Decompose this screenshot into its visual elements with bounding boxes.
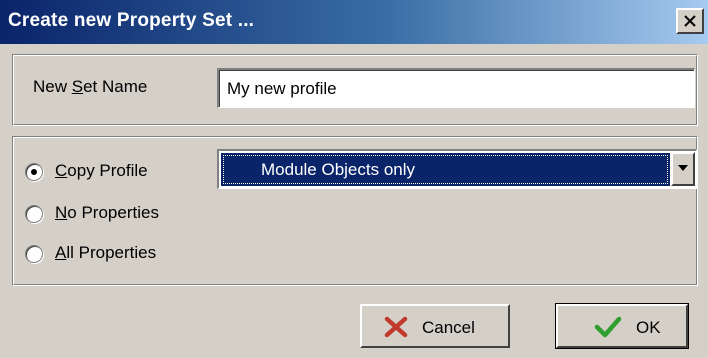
profile-dropdown-value[interactable]: Module Objects only: [221, 153, 670, 186]
close-button[interactable]: [676, 8, 704, 34]
all-properties-label: All Properties: [55, 243, 157, 262]
dropdown-button[interactable]: [671, 152, 695, 186]
copy-profile-label: Copy Profile: [55, 161, 148, 180]
ok-label: OK: [636, 318, 661, 337]
set-name-input[interactable]: My new profile: [217, 68, 695, 108]
ok-button[interactable]: OK: [555, 303, 689, 349]
green-check-icon: [594, 316, 622, 338]
dialog-title: Create new Property Set ...: [8, 10, 255, 31]
radio-button[interactable]: [25, 245, 43, 263]
profile-dropdown[interactable]: Module Objects only: [217, 149, 697, 189]
name-panel: New Set Name My new profile: [12, 54, 698, 126]
close-icon: [684, 15, 696, 27]
radio-button-checked[interactable]: [25, 163, 43, 181]
cancel-label: Cancel: [422, 318, 475, 337]
set-name-label: New Set Name: [33, 77, 148, 96]
no-properties-label: No Properties: [55, 203, 159, 222]
cancel-button[interactable]: Cancel: [360, 304, 510, 348]
chevron-down-icon: [678, 165, 688, 171]
radio-button[interactable]: [25, 205, 43, 223]
options-panel: Copy Profile No Properties All Propertie…: [12, 136, 698, 286]
create-property-set-dialog: Create new Property Set ... New Set Name…: [0, 0, 708, 358]
red-x-icon: [384, 316, 408, 338]
title-bar[interactable]: Create new Property Set ...: [0, 0, 708, 44]
